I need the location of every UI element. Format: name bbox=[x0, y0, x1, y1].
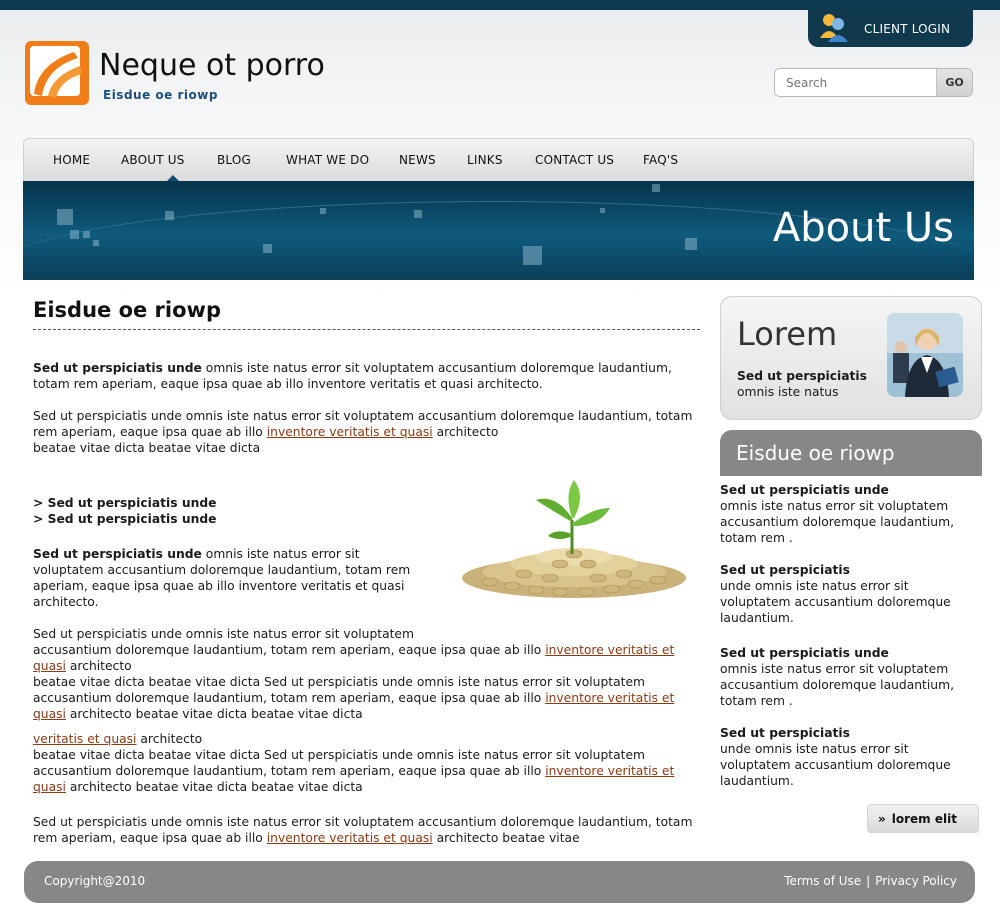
nav-item-news[interactable]: NEWS bbox=[399, 153, 436, 167]
banner-square bbox=[165, 211, 174, 220]
sidebar-item-text: unde omnis iste natus error sit voluptat… bbox=[720, 742, 951, 788]
sidebar-item: Sed ut perspiciatis unde omnis iste natus… bbox=[720, 482, 982, 546]
nav-item-home[interactable]: HOME bbox=[53, 153, 90, 167]
banner-square bbox=[652, 184, 660, 192]
content-heading: Eisdue oe riowp bbox=[33, 298, 221, 322]
lorem-elit-label: lorem elit bbox=[891, 811, 957, 826]
paragraph-2-after: architecto bbox=[432, 425, 499, 439]
paragraph-5-after: architecto bbox=[136, 732, 203, 746]
paragraph-6: Sed ut perspiciatis unde omnis iste natu… bbox=[33, 814, 700, 846]
search-input[interactable] bbox=[775, 69, 937, 96]
nav-item-links[interactable]: LINKS bbox=[467, 153, 503, 167]
paragraph-2-link[interactable]: inventore veritatis et quasi bbox=[267, 425, 433, 439]
banner-square bbox=[600, 208, 605, 213]
nav-item-contact-us[interactable]: CONTACT US bbox=[535, 153, 614, 167]
nav-item-what-we-do[interactable]: WHAT WE DO bbox=[286, 153, 369, 167]
footer: Copyright@2010 Terms of Use | Privacy Poli… bbox=[24, 861, 975, 903]
paragraph-4-text: accusantium doloremque laudantium, totam… bbox=[33, 643, 546, 657]
paragraph-6-after: architecto beatae vitae bbox=[432, 831, 580, 845]
nav-item-faqs[interactable]: FAQ'S bbox=[643, 153, 678, 167]
sidebar-item-text: unde omnis iste natus error sit voluptat… bbox=[720, 579, 951, 625]
sidebar-item-title[interactable]: Sed ut perspiciatis unde bbox=[720, 483, 889, 497]
promo-text: omnis iste natus bbox=[737, 385, 839, 399]
users-icon bbox=[818, 12, 850, 46]
top-bar bbox=[0, 0, 1000, 10]
businesswoman-photo bbox=[887, 313, 963, 397]
banner-square bbox=[57, 209, 73, 225]
lorem-elit-button[interactable]: » lorem elit bbox=[867, 804, 979, 833]
sidebar-item: Sed ut perspiciatis unde omnis iste natus… bbox=[720, 645, 982, 709]
paragraph-6-link[interactable]: inventore veritatis et quasi bbox=[267, 831, 433, 845]
promo-title: Lorem bbox=[737, 315, 838, 353]
paragraph-4-after2: architecto beatae vitae dicta beatae vit… bbox=[65, 707, 363, 721]
banner-square bbox=[93, 240, 99, 246]
intro-bold: Sed ut perspiciatis unde bbox=[33, 361, 202, 375]
paragraph-2-line3: beatae vitae dicta beatae vitae dicta bbox=[33, 441, 261, 455]
banner-square bbox=[414, 210, 422, 218]
client-login-button[interactable]: CLIENT LOGIN bbox=[808, 10, 973, 47]
banner-square bbox=[320, 208, 326, 214]
sidebar-section-header: Eisdue oe riowp bbox=[720, 430, 982, 476]
double-chevron-right-icon: » bbox=[878, 811, 886, 826]
footer-copyright: Copyright@2010 bbox=[44, 874, 146, 888]
terms-of-use-link[interactable]: Terms of Use bbox=[784, 874, 861, 888]
paragraph-4-after: architecto bbox=[65, 659, 132, 673]
banner-square bbox=[70, 230, 79, 239]
paragraph-5-after2: architecto beatae vitae dicta beatae vit… bbox=[65, 780, 363, 794]
paragraph-4-line1: Sed ut perspiciatis unde omnis iste natu… bbox=[33, 627, 414, 641]
sidebar-promo-box: Lorem Sed ut perspiciatis omnis iste nat… bbox=[720, 296, 982, 420]
logo-icon[interactable] bbox=[24, 40, 90, 106]
sidebar-item-title[interactable]: Sed ut perspiciatis unde bbox=[720, 646, 889, 660]
banner-square bbox=[523, 246, 542, 265]
page-banner: About Us bbox=[23, 181, 974, 280]
promo-bold: Sed ut perspiciatis bbox=[737, 369, 867, 383]
banner-square bbox=[263, 244, 272, 253]
site-tagline: Eisdue oe riowp bbox=[103, 88, 218, 102]
sidebar-item-title[interactable]: Sed ut perspiciatis bbox=[720, 726, 850, 740]
intro-paragraph: Sed ut perspiciatis unde omnis iste natu… bbox=[33, 360, 673, 392]
bullet-list: > Sed ut perspiciatis unde > Sed ut persp… bbox=[33, 495, 216, 527]
search-go-button[interactable]: GO bbox=[936, 69, 972, 96]
paragraph-3: Sed ut perspiciatis unde omnis iste natu… bbox=[33, 546, 433, 610]
client-login-label: CLIENT LOGIN bbox=[864, 21, 951, 36]
sidebar-section-title: Eisdue oe riowp bbox=[736, 441, 895, 465]
paragraph-3-bold: Sed ut perspiciatis unde bbox=[33, 547, 202, 561]
banner-square bbox=[83, 231, 90, 238]
sidebar-item: Sed ut perspiciatis unde omnis iste natus… bbox=[720, 562, 982, 626]
paragraph-2: Sed ut perspiciatis unde omnis iste natu… bbox=[33, 408, 700, 456]
sidebar-item-title[interactable]: Sed ut perspiciatis bbox=[720, 563, 850, 577]
bullet-item[interactable]: > Sed ut perspiciatis unde bbox=[33, 512, 216, 526]
banner-square bbox=[685, 238, 697, 250]
nav-item-about-us[interactable]: ABOUT US bbox=[121, 153, 185, 167]
search-form: GO bbox=[774, 68, 973, 97]
footer-separator: | bbox=[866, 874, 871, 888]
main-nav: HOME ABOUT US BLOG WHAT WE DO NEWS LINKS… bbox=[23, 138, 974, 181]
heading-divider bbox=[33, 329, 700, 330]
page-title: About Us bbox=[772, 205, 954, 251]
bullet-item[interactable]: > Sed ut perspiciatis unde bbox=[33, 496, 216, 510]
sidebar-item: Sed ut perspiciatis unde omnis iste natus… bbox=[720, 725, 982, 789]
nav-item-blog[interactable]: BLOG bbox=[217, 153, 251, 167]
privacy-policy-link[interactable]: Privacy Policy bbox=[875, 874, 957, 888]
site-title[interactable]: Neque ot porro bbox=[99, 48, 325, 83]
paragraph-4: Sed ut perspiciatis unde omnis iste natu… bbox=[33, 626, 700, 722]
paragraph-5-link[interactable]: veritatis et quasi bbox=[33, 732, 136, 746]
sidebar-item-text: omnis iste natus error sit voluptatem ac… bbox=[720, 499, 954, 545]
plant-coins-image bbox=[460, 478, 688, 608]
sidebar-item-text: omnis iste natus error sit voluptatem ac… bbox=[720, 662, 954, 708]
paragraph-5: veritatis et quasi architecto beatae vita… bbox=[33, 731, 700, 795]
footer-links: Terms of Use | Privacy Policy bbox=[784, 874, 957, 888]
